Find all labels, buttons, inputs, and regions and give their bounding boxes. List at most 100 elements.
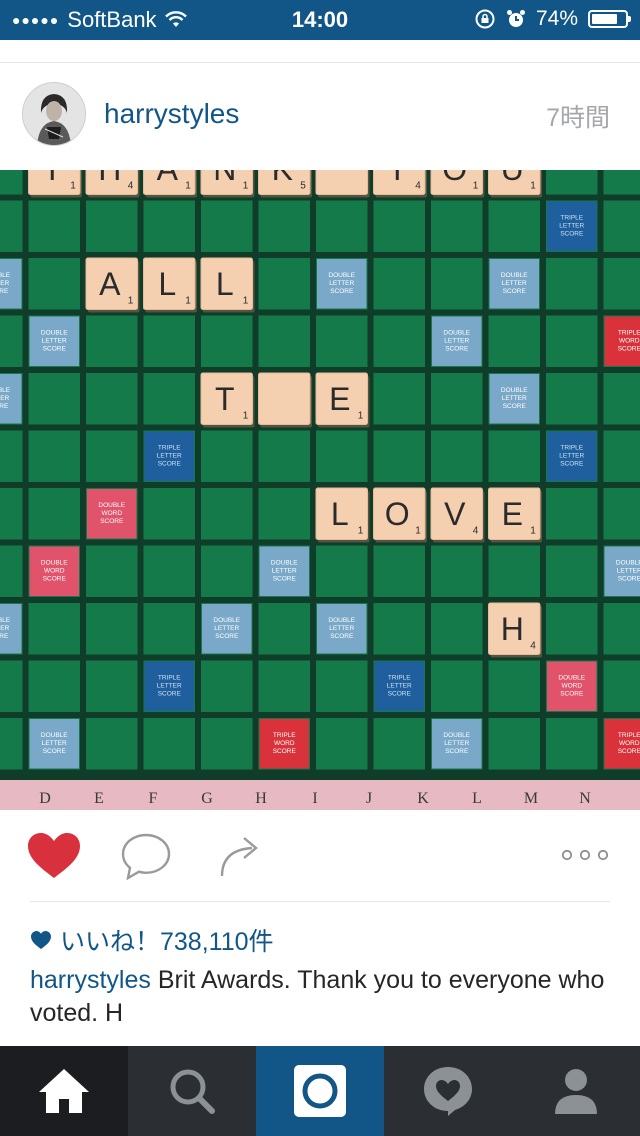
caption-username[interactable]: harrystyles: [30, 966, 151, 994]
letter-tile: A1: [85, 257, 140, 313]
board-cell: [0, 315, 23, 367]
tile-letter: Y: [387, 170, 408, 187]
post-time: 7時間: [546, 104, 610, 132]
premium-label: LETTER: [42, 337, 67, 344]
board-cell: [546, 315, 598, 367]
board-cell: [201, 660, 253, 712]
premium-label: WORD: [561, 682, 582, 689]
premium-label: DOUBLE: [328, 272, 355, 279]
board-cell: [258, 660, 310, 712]
board-cell: [488, 430, 540, 482]
board-cell: [488, 315, 540, 367]
board-cell: [0, 170, 23, 195]
column-letter: N: [579, 790, 591, 807]
premium-label: SCORE: [330, 288, 354, 295]
board-cell: [28, 258, 80, 310]
tile-score: 1: [530, 181, 536, 192]
board-cell: [373, 315, 425, 367]
board-cell: [143, 718, 195, 770]
share-icon[interactable]: [216, 834, 262, 880]
premium-label: DOUBLE: [0, 272, 11, 279]
premium-label: LETTER: [502, 395, 527, 402]
tile-score: 4: [473, 526, 479, 537]
tile-score: 1: [243, 296, 249, 307]
tab-camera[interactable]: [256, 1046, 384, 1136]
board-cell: [258, 430, 310, 482]
premium-label: WORD: [274, 740, 295, 747]
board-cell: [546, 488, 598, 540]
letter-tile: A1: [143, 170, 197, 198]
premium-label: SCORE: [560, 690, 584, 697]
post-caption: harrystyles Brit Awards. Thank you to ev…: [30, 964, 610, 1030]
post-photo[interactable]: DOUBLEWORDSCOREDOUBLEWORDSCORETRIPLELETT…: [0, 170, 640, 810]
small-heart-icon: [31, 931, 51, 949]
board-cell: [86, 430, 138, 482]
board-cell: [603, 488, 640, 540]
premium-label: SCORE: [43, 748, 67, 755]
premium-label: LETTER: [387, 682, 412, 689]
board-cell: [0, 488, 23, 540]
letter-tile: L1: [200, 257, 255, 313]
board-cell: [603, 660, 640, 712]
column-letter: L: [472, 790, 482, 807]
premium-label: DOUBLE: [558, 674, 585, 681]
comment-icon[interactable]: [120, 832, 172, 882]
tile-score: 1: [358, 526, 364, 537]
board-cell: [373, 430, 425, 482]
tile-letter: A: [157, 170, 179, 187]
post-username[interactable]: harrystyles: [104, 98, 239, 130]
board-cell: [86, 545, 138, 597]
tile-letter: A: [99, 266, 121, 302]
avatar[interactable]: [22, 82, 86, 146]
letter-tile: T1: [200, 372, 255, 428]
tab-search[interactable]: [128, 1046, 256, 1136]
scrabble-board: DOUBLEWORDSCOREDOUBLEWORDSCORETRIPLELETT…: [0, 170, 640, 810]
tile-letter: E: [502, 496, 523, 532]
board-cell: [316, 718, 368, 770]
premium-label: WORD: [101, 510, 122, 517]
board-cell: [373, 258, 425, 310]
board-cell: [431, 545, 483, 597]
heart-icon[interactable]: [26, 832, 82, 880]
premium-label: DOUBLE: [41, 329, 68, 336]
board-cell: [0, 545, 23, 597]
board-cell: [143, 315, 195, 367]
letter-tile: H4: [85, 170, 140, 198]
premium-label: TRIPLE: [273, 732, 296, 739]
tile-letter: N: [213, 170, 236, 187]
premium-label: WORD: [619, 337, 640, 344]
avatar-image: [23, 83, 85, 145]
board-cell: [28, 373, 80, 425]
premium-label: WORD: [619, 740, 640, 747]
board-cell: [603, 258, 640, 310]
premium-label: SCORE: [158, 690, 182, 697]
premium-label: DOUBLE: [616, 559, 640, 566]
board-cell: [86, 200, 138, 252]
tab-profile[interactable]: [512, 1046, 640, 1136]
board-cell: [316, 315, 368, 367]
tab-home[interactable]: [0, 1046, 128, 1136]
tile-score: 1: [185, 296, 191, 307]
tile-score: 1: [473, 181, 479, 192]
premium-label: SCORE: [618, 575, 640, 582]
board-cell: [28, 200, 80, 252]
letter-tile: Y4: [373, 170, 427, 198]
tile-letter: L: [331, 496, 349, 532]
status-right: 74%: [474, 7, 631, 31]
letter-tile: V4: [430, 487, 485, 543]
premium-label: SCORE: [445, 345, 469, 352]
board-cell: [201, 718, 253, 770]
premium-label: DOUBLE: [0, 617, 11, 624]
letter-tile: L1: [143, 257, 197, 313]
tab-activity[interactable]: [384, 1046, 512, 1136]
likes-count[interactable]: いいね！738,110件: [30, 922, 274, 958]
more-icon[interactable]: [560, 848, 610, 862]
board-cell: [201, 488, 253, 540]
letter-tile: [315, 170, 370, 198]
board-cell: [488, 545, 540, 597]
letter-tile: O1: [373, 487, 427, 543]
board-cell: [0, 200, 23, 252]
board-cell: [431, 603, 483, 655]
board-cell: [316, 660, 368, 712]
likes-text: いいね！738,110件: [60, 928, 274, 956]
